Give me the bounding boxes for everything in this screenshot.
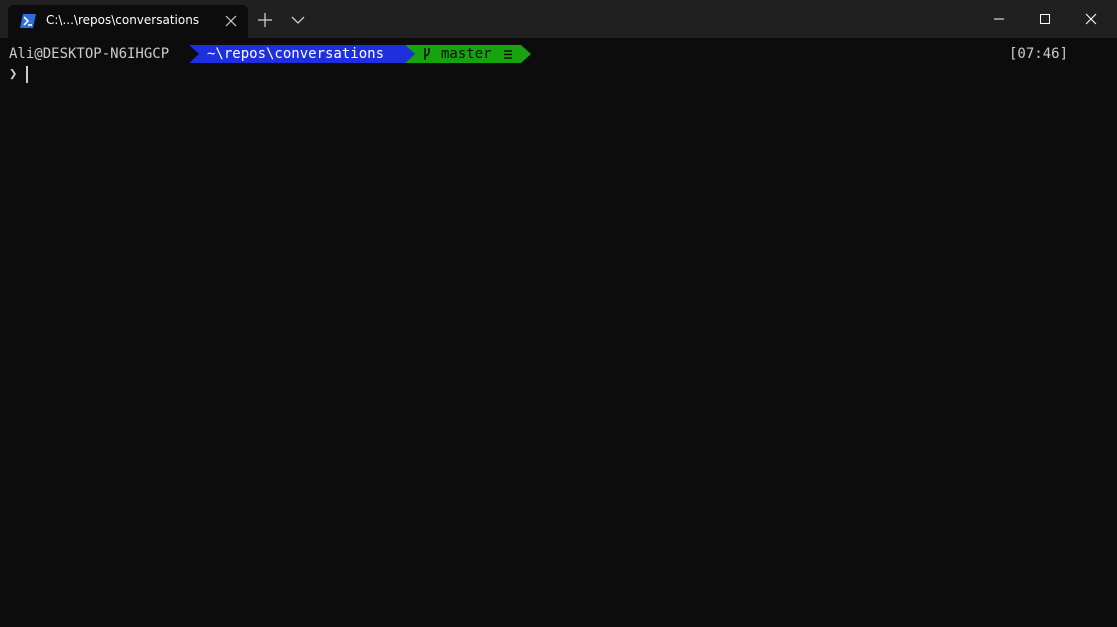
chevron-down-icon[interactable]	[290, 13, 306, 27]
close-icon	[1085, 13, 1097, 25]
input-line[interactable]: ❯	[0, 65, 1100, 85]
tab-title: C:\...\repos\conversations	[46, 13, 200, 27]
maximize-button[interactable]	[1022, 0, 1068, 38]
prompt-line: Ali@DESKTOP-N6IHGCP ~\repos\conversation…	[0, 45, 1117, 64]
git-branch-icon	[424, 48, 430, 60]
prompt-user-host: Ali@DESKTOP-N6IHGCP	[9, 46, 170, 62]
prompt-path: ~\repos\conversations	[207, 46, 385, 62]
branch-status-icon	[504, 50, 512, 59]
powershell-icon	[20, 14, 36, 28]
tab-conversations[interactable]: C:\...\repos\conversations	[8, 5, 248, 38]
maximize-icon	[1040, 14, 1050, 24]
title-bar[interactable]: C:\...\repos\conversations	[0, 0, 1117, 38]
minimize-button[interactable]	[976, 0, 1022, 38]
tab-close-icon[interactable]	[223, 13, 239, 29]
close-button[interactable]	[1068, 0, 1117, 38]
prompt-chevron: ❯	[9, 66, 18, 82]
prompt-time: [07:46]	[1009, 46, 1069, 62]
plus-icon[interactable]	[256, 11, 274, 29]
command-input[interactable]	[28, 65, 1088, 85]
terminal-window: C:\...\repos\conversations Ali@DESKTOP-N…	[0, 0, 1117, 627]
prompt-branch: master	[441, 46, 492, 62]
minimize-icon	[994, 18, 1004, 20]
terminal-output[interactable]: Ali@DESKTOP-N6IHGCP ~\repos\conversation…	[0, 38, 1117, 627]
